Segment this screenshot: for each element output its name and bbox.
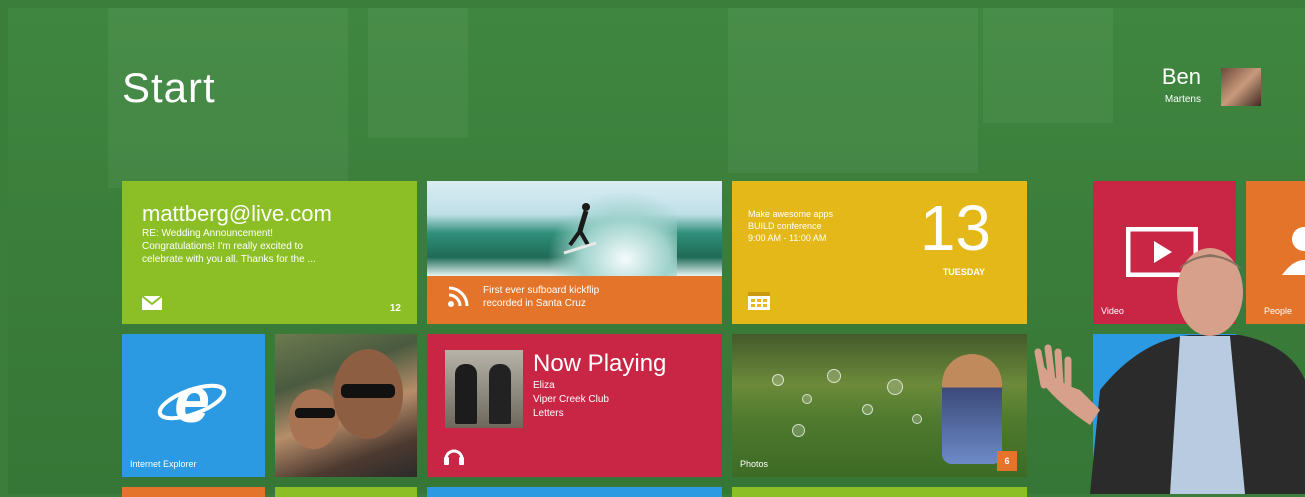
page-title: Start — [122, 64, 216, 111]
album-figure — [489, 364, 511, 424]
artist-name: Eliza — [533, 380, 555, 391]
calendar-icon — [748, 292, 770, 310]
album-figure — [455, 364, 477, 424]
album-art — [445, 350, 523, 428]
envelope-icon — [142, 296, 162, 310]
child-figure — [942, 354, 1002, 464]
album-name: Viper Creek Club — [533, 394, 609, 405]
app-tile[interactable] — [427, 487, 722, 497]
mail-preview: Congratulations! I'm really excited to — [142, 241, 303, 252]
user-last-name: Martens — [1164, 94, 1201, 105]
now-playing-title: Now Playing — [533, 350, 667, 377]
event-time: 9:00 AM - 11:00 AM — [748, 233, 827, 243]
bubble — [862, 404, 873, 415]
news-headline-line: First ever sufboard kickflip — [483, 285, 600, 296]
news-tile[interactable]: First ever sufboard kickflip recorded in… — [427, 181, 722, 324]
friends-photo-tile[interactable] — [275, 334, 417, 477]
mail-address: mattberg@live.com — [142, 201, 332, 226]
calendar-weekday: TUESDAY — [942, 267, 985, 277]
app-tile[interactable] — [732, 487, 1027, 497]
sunglasses — [341, 384, 395, 398]
tile-label: Photos — [740, 459, 769, 469]
bubble — [827, 369, 841, 383]
user-first-name: Ben — [1161, 64, 1201, 89]
internet-explorer-icon: e — [157, 364, 227, 436]
news-headline: First ever sufboard kickflip recorded in… — [483, 284, 599, 310]
mail-preview: celebrate with you all. Thanks for the .… — [142, 254, 316, 265]
mail-subject: RE: Wedding Announcement! — [142, 228, 274, 239]
rss-icon — [448, 286, 469, 307]
event-title: Make awesome apps — [748, 209, 834, 219]
bubble — [772, 374, 784, 386]
photo-face — [289, 389, 339, 449]
track-name: Letters — [533, 408, 564, 419]
internet-explorer-tile[interactable]: e Internet Explorer — [122, 334, 265, 477]
photos-tile[interactable]: Photos 6 — [732, 334, 1027, 477]
event-location: BUILD conference — [748, 221, 822, 231]
app-tile[interactable] — [122, 487, 265, 497]
tile-label: Internet Explorer — [130, 459, 197, 469]
bubble — [887, 379, 903, 395]
background-block — [368, 8, 468, 138]
photo-count-badge: 6 — [997, 451, 1017, 471]
calendar-tile[interactable]: Make awesome apps BUILD conference 9:00 … — [732, 181, 1027, 324]
mail-tile[interactable]: mattberg@live.com RE: Wedding Announceme… — [122, 181, 417, 324]
surfer-figure — [563, 203, 597, 255]
bubble — [912, 414, 922, 424]
user-account[interactable]: Ben Martens — [1121, 64, 1261, 112]
surfer-photo — [427, 181, 722, 276]
background-block — [983, 8, 1113, 123]
presenter-photo — [1034, 248, 1305, 494]
sunglasses — [295, 408, 335, 418]
news-headline-line: recorded in Santa Cruz — [483, 298, 586, 309]
bubble — [792, 424, 805, 437]
avatar — [1221, 68, 1261, 106]
svg-text:e: e — [174, 364, 210, 436]
calendar-day-number: 13 — [919, 192, 991, 264]
music-tile[interactable]: Now Playing Eliza Viper Creek Club Lette… — [427, 334, 722, 477]
bubble — [802, 394, 812, 404]
background-block — [728, 8, 978, 173]
headphones-icon — [444, 449, 464, 465]
app-tile[interactable] — [275, 487, 417, 497]
unread-count-badge: 12 — [389, 303, 401, 314]
